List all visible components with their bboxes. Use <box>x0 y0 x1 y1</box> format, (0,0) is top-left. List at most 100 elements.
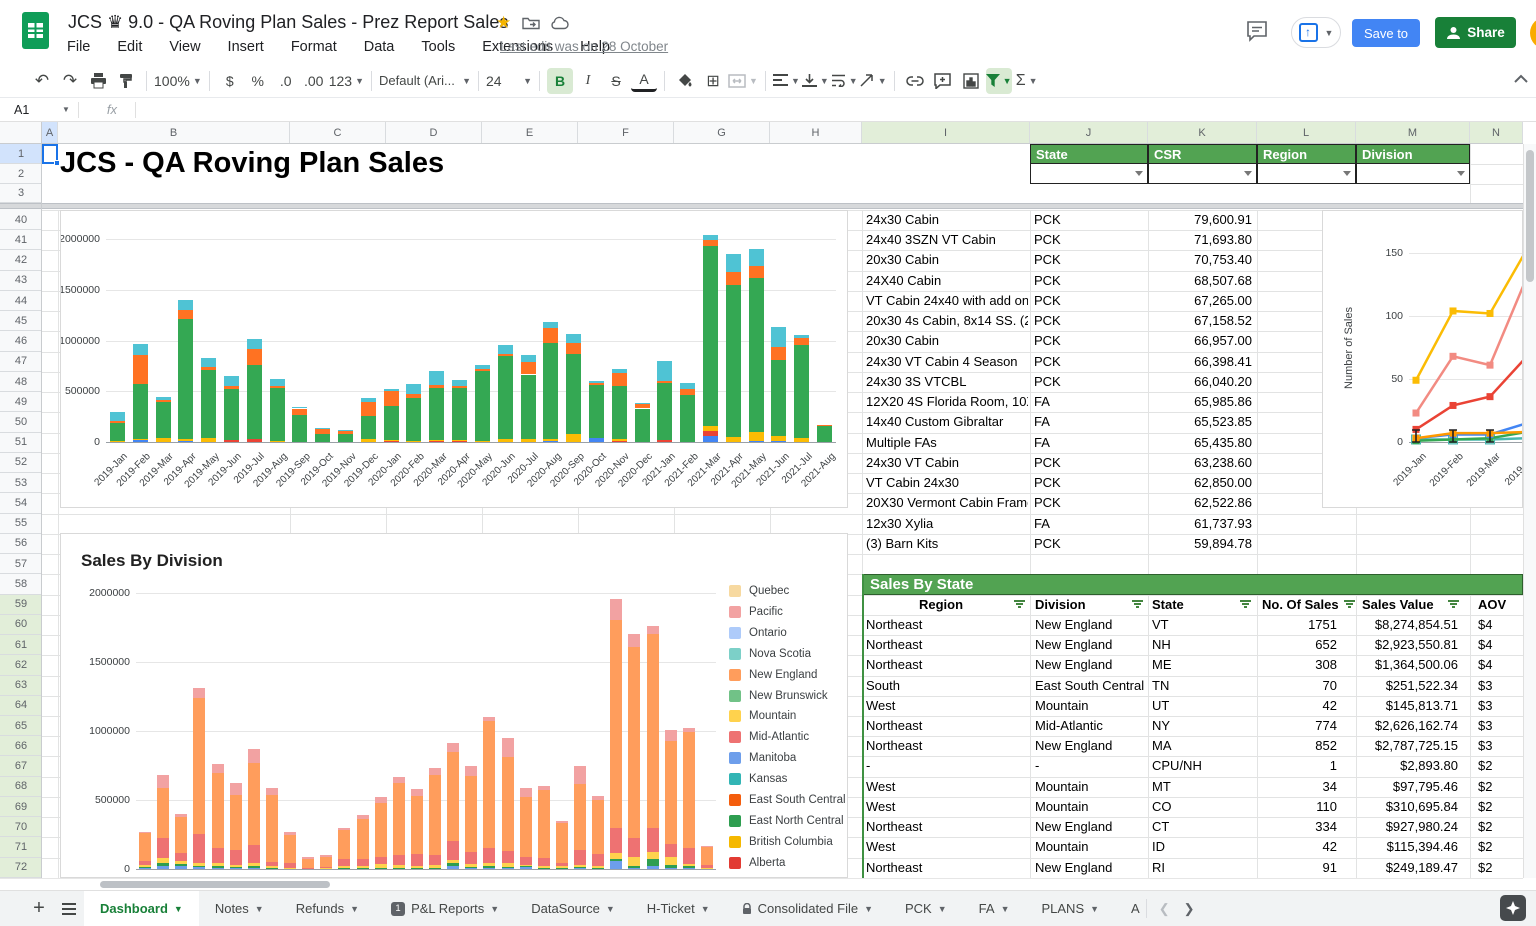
product-value-cell[interactable]: 79,600.91 <box>1150 210 1252 230</box>
state-table-cell[interactable]: NY <box>1152 716 1247 736</box>
product-type-cell[interactable]: PCK <box>1034 372 1094 392</box>
state-table-header-division[interactable]: Division <box>1035 595 1135 615</box>
state-table-cell[interactable]: $3 <box>1478 696 1523 716</box>
state-table-cell[interactable]: 652 <box>1262 635 1337 655</box>
product-name-cell[interactable]: 24x40 3SZN VT Cabin <box>866 230 1028 250</box>
show-all-comments-icon[interactable] <box>1246 20 1268 47</box>
state-table-cell[interactable]: $2,923,550.81 <box>1340 635 1458 655</box>
row-header-60[interactable]: 60 <box>0 615 42 635</box>
product-name-cell[interactable]: 12x30 Xylia <box>866 514 1028 534</box>
state-table-cell[interactable]: $3 <box>1478 736 1523 756</box>
state-table-header-state[interactable]: State <box>1152 595 1242 615</box>
column-header-F[interactable]: F <box>578 122 674 144</box>
product-value-cell[interactable]: 65,523.85 <box>1150 412 1252 432</box>
product-type-cell[interactable]: PCK <box>1034 271 1094 291</box>
cloud-status-icon[interactable] <box>550 15 569 35</box>
state-table-cell[interactable]: $2 <box>1478 837 1523 857</box>
product-value-cell[interactable]: 65,985.86 <box>1150 392 1252 412</box>
row-header-63[interactable]: 63 <box>0 676 42 696</box>
state-table-cell[interactable]: $2 <box>1478 797 1523 817</box>
selection-fill-handle[interactable] <box>54 160 60 166</box>
avatar[interactable] <box>1530 17 1536 49</box>
row-header-55[interactable]: 55 <box>0 514 42 534</box>
state-table-cell[interactable]: $4 <box>1478 615 1523 635</box>
state-table-cell[interactable]: ID <box>1152 837 1247 857</box>
state-table-cell[interactable]: Northeast <box>866 615 1026 635</box>
row-header-72[interactable]: 72 <box>0 858 42 878</box>
state-table-cell[interactable]: 334 <box>1262 817 1337 837</box>
menu-edit[interactable]: Edit <box>116 37 143 57</box>
strikethrough-button[interactable]: S <box>603 68 629 94</box>
text-color-button[interactable]: A <box>631 70 657 92</box>
sheet-tab-datasource[interactable]: DataSource▼ <box>515 891 631 926</box>
save-to-button[interactable]: Save to <box>1352 19 1420 47</box>
state-table-cell[interactable]: $249,189.47 <box>1340 858 1458 878</box>
formula-input[interactable] <box>136 98 1536 121</box>
state-table-cell[interactable]: MT <box>1152 777 1247 797</box>
product-type-cell[interactable]: FA <box>1034 433 1094 453</box>
decrease-decimal-icon[interactable]: .0 <box>273 68 299 94</box>
vertical-scrollbar[interactable] <box>1523 144 1536 878</box>
product-type-cell[interactable]: PCK <box>1034 493 1094 513</box>
product-name-cell[interactable]: 20x30 Cabin <box>866 250 1028 270</box>
row-header-70[interactable]: 70 <box>0 817 42 837</box>
filter-icon[interactable] <box>1132 600 1143 610</box>
sheet-tab-refunds[interactable]: Refunds▼ <box>280 891 375 926</box>
filter-icon[interactable] <box>1448 600 1459 610</box>
product-type-cell[interactable]: PCK <box>1034 534 1094 554</box>
menu-file[interactable]: File <box>66 37 91 57</box>
row-header-61[interactable]: 61 <box>0 635 42 655</box>
column-header-D[interactable]: D <box>386 122 482 144</box>
sheet-tab-consolidated-file[interactable]: Consolidated File▼ <box>726 891 889 926</box>
product-name-cell[interactable]: VT Cabin 24x30 <box>866 473 1028 493</box>
share-button[interactable]: Share <box>1435 17 1516 48</box>
state-table-header-no-of-sales[interactable]: No. Of Sales <box>1262 595 1342 615</box>
product-name-cell[interactable]: (3) Barn Kits <box>866 534 1028 554</box>
product-value-cell[interactable]: 67,158.52 <box>1150 311 1252 331</box>
insert-link-icon[interactable] <box>902 68 928 94</box>
row-header-56[interactable]: 56 <box>0 534 42 554</box>
row-header-66[interactable]: 66 <box>0 736 42 756</box>
product-name-cell[interactable]: VT Cabin 24x40 with add ons <box>866 291 1028 311</box>
font-select[interactable]: Default (Ari...▼ <box>379 68 471 94</box>
product-name-cell[interactable]: 24x30 VT Cabin 4 Season <box>866 352 1028 372</box>
last-edit-link[interactable]: Last edit was on 28 October <box>500 39 668 54</box>
state-table-cell[interactable]: $251,522.34 <box>1340 676 1458 696</box>
product-value-cell[interactable]: 63,238.60 <box>1150 453 1252 473</box>
text-rotation-icon[interactable]: ▼ <box>860 68 887 94</box>
format-percent-icon[interactable]: % <box>245 68 271 94</box>
insert-chart-icon[interactable] <box>958 68 984 94</box>
bold-button[interactable]: B <box>547 68 573 94</box>
filter-icon[interactable] <box>1240 600 1251 610</box>
spreadsheet-grid[interactable]: JCS - QA Roving Plan SalesStateCSRRegion… <box>42 144 1523 878</box>
row-header-71[interactable]: 71 <box>0 837 42 857</box>
row-header-53[interactable]: 53 <box>0 473 42 493</box>
state-table-cell[interactable]: 1 <box>1262 756 1337 776</box>
filter-dropdown-division[interactable] <box>1356 164 1470 184</box>
product-value-cell[interactable]: 71,693.80 <box>1150 230 1252 250</box>
state-table-cell[interactable]: - <box>866 756 1026 776</box>
product-type-cell[interactable]: PCK <box>1034 311 1094 331</box>
row-header-69[interactable]: 69 <box>0 797 42 817</box>
state-table-cell[interactable]: New England <box>1035 736 1145 756</box>
product-type-cell[interactable]: PCK <box>1034 352 1094 372</box>
product-value-cell[interactable]: 62,850.00 <box>1150 473 1252 493</box>
state-table-cell[interactable]: $3 <box>1478 676 1523 696</box>
state-table-cell[interactable]: 1751 <box>1262 615 1337 635</box>
state-table-cell[interactable]: TN <box>1152 676 1247 696</box>
product-type-cell[interactable]: FA <box>1034 412 1094 432</box>
row-header-41[interactable]: 41 <box>0 230 42 250</box>
row-header-50[interactable]: 50 <box>0 412 42 432</box>
sheet-tab-pck[interactable]: PCK▼ <box>889 891 963 926</box>
state-table-header-aov[interactable]: AOV <box>1478 595 1523 615</box>
tab-scroll-left-icon[interactable]: ❮ <box>1159 901 1170 917</box>
column-header-C[interactable]: C <box>290 122 386 144</box>
state-table-cell[interactable]: Mountain <box>1035 797 1145 817</box>
row-header-48[interactable]: 48 <box>0 372 42 392</box>
row-header-52[interactable]: 52 <box>0 453 42 473</box>
state-table-cell[interactable]: East South Central <box>1035 676 1145 696</box>
filter-icon[interactable] <box>1014 600 1025 610</box>
state-table-cell[interactable]: Mountain <box>1035 777 1145 797</box>
horizontal-align-icon[interactable]: ▼ <box>773 68 800 94</box>
sheet-tab-plans[interactable]: PLANS▼ <box>1025 891 1115 926</box>
